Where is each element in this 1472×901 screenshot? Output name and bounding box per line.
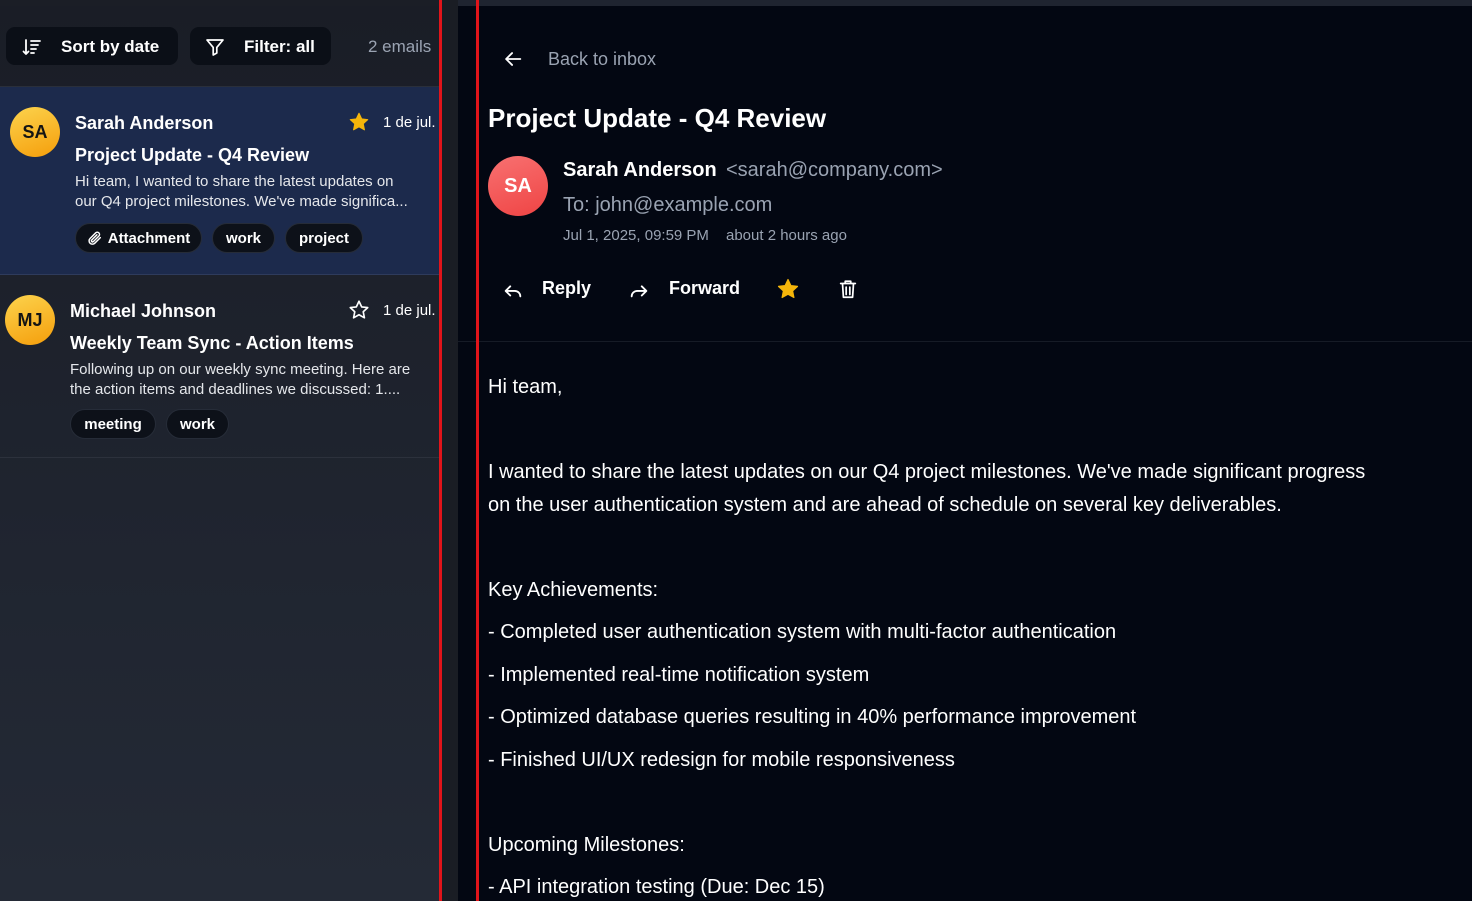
body-greeting: Hi team,	[488, 376, 563, 398]
sender-name: Sarah Anderson	[75, 113, 214, 133]
paperclip-icon	[88, 231, 101, 245]
body-paragraph: on the user authentication system and ar…	[488, 494, 1282, 516]
email-subject: Weekly Team Sync - Action Items	[70, 333, 354, 353]
email-preview: Hi team, I wanted to share the latest up…	[75, 172, 445, 212]
from-name: Sarah Anderson	[563, 159, 717, 181]
email-list-pane: Sort by date Filter: all 2 emails SA Sar…	[0, 0, 458, 901]
tag-label: project	[298, 229, 349, 247]
email-title: Project Update - Q4 Review	[488, 103, 827, 133]
email-preview: Following up on our weekly sync meeting.…	[70, 360, 440, 400]
tag-label: meeting	[84, 415, 142, 433]
avatar: SA	[10, 107, 60, 157]
tag-label: Attachment	[107, 229, 191, 247]
sort-button[interactable]: Sort by date	[6, 27, 178, 65]
star-icon[interactable]	[348, 111, 370, 133]
preview-line: our Q4 project milestones. We've made si…	[75, 193, 408, 210]
tag-attachment[interactable]: Attachment	[75, 223, 202, 253]
email-subject: Project Update - Q4 Review	[75, 145, 310, 165]
star-icon[interactable]	[348, 299, 370, 321]
preview-line: the action items and deadlines we discus…	[70, 381, 401, 398]
achievement-item: - Completed user authentication system w…	[488, 621, 1117, 643]
sender-name: Michael Johnson	[70, 301, 217, 321]
tag-project[interactable]: project	[285, 223, 363, 253]
email-count: 2 emails	[368, 37, 432, 56]
tag-label: work	[179, 415, 215, 433]
filter-label: Filter: all	[244, 37, 315, 56]
tag-work[interactable]: work	[166, 409, 229, 439]
email-app: Sort by date Filter: all 2 emails SA Sar…	[0, 0, 1472, 901]
relative-time: about 2 hours ago	[726, 227, 847, 244]
sort-icon	[22, 39, 41, 55]
email-detail-pane: Back to inbox Project Update - Q4 Review…	[458, 0, 1472, 901]
preview-line: Hi team, I wanted to share the latest up…	[75, 173, 394, 190]
avatar: MJ	[5, 295, 55, 345]
email-list-item[interactable]: MJ Michael Johnson 1 de jul. Weekly Team…	[0, 276, 458, 458]
email-date: 1 de jul.	[383, 302, 436, 319]
achievements-heading: Key Achievements:	[488, 579, 659, 601]
reply-button[interactable]: Reply	[498, 275, 598, 305]
sort-label: Sort by date	[61, 37, 160, 56]
milestone-item: - API integration testing (Due: Dec 15)	[488, 876, 825, 898]
header-divider	[458, 341, 1472, 342]
milestones-heading: Upcoming Milestones:	[488, 834, 685, 856]
back-label: Back to inbox	[548, 49, 657, 69]
tag-label: work	[225, 229, 261, 247]
forward-button[interactable]: Forward	[626, 275, 746, 305]
tag-meeting[interactable]: meeting	[70, 409, 156, 439]
recipient: To: john@example.com	[563, 194, 773, 216]
sent-date: Jul 1, 2025, 09:59 PM	[563, 227, 709, 244]
arrow-left-icon	[505, 52, 522, 66]
forward-icon	[630, 285, 648, 298]
achievement-item: - Finished UI/UX redesign for mobile res…	[488, 749, 955, 771]
email-date: 1 de jul.	[383, 114, 436, 131]
trash-icon[interactable]	[837, 278, 859, 300]
sender-avatar: SA	[488, 156, 548, 216]
reply-label: Reply	[542, 278, 592, 298]
filter-icon	[206, 39, 224, 56]
from-email: <sarah@company.com>	[726, 159, 943, 181]
reply-icon	[504, 285, 522, 298]
list-toolbar: Sort by date Filter: all 2 emails	[0, 6, 458, 87]
achievement-item: - Optimized database queries resulting i…	[488, 706, 1137, 728]
tag-work[interactable]: work	[212, 223, 275, 253]
top-border	[458, 0, 1472, 6]
preview-line: Following up on our weekly sync meeting.…	[70, 361, 411, 378]
star-icon[interactable]	[776, 277, 800, 301]
email-list-item[interactable]: SA Sarah Anderson 1 de jul. Project Upda…	[0, 87, 458, 275]
forward-label: Forward	[669, 278, 741, 298]
body-paragraph: I wanted to share the latest updates on …	[488, 461, 1366, 483]
achievement-item: - Implemented real-time notification sys…	[488, 664, 870, 686]
filter-button[interactable]: Filter: all	[190, 27, 331, 65]
